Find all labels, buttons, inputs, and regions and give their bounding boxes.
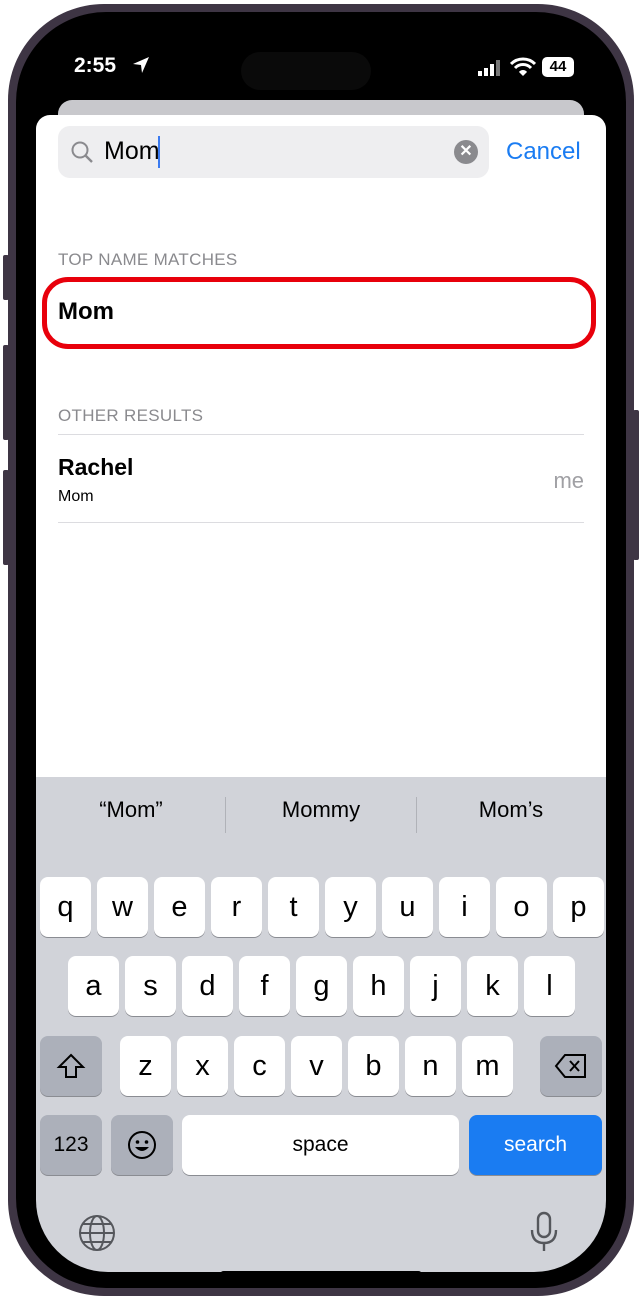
suggestion-2[interactable]: Mommy	[226, 797, 416, 823]
key-z[interactable]: z	[120, 1036, 171, 1096]
key-y[interactable]: y	[325, 877, 376, 937]
power-button	[633, 410, 639, 560]
space-key[interactable]: space	[182, 1115, 459, 1175]
divider	[58, 522, 584, 523]
result-tag: me	[553, 468, 584, 493]
suggestion-3[interactable]: Mom’s	[416, 797, 606, 823]
battery-indicator: 44	[542, 57, 574, 77]
numbers-key[interactable]: 123	[40, 1115, 102, 1175]
key-a[interactable]: a	[68, 956, 119, 1016]
search-key[interactable]: search	[469, 1115, 602, 1175]
status-time: 2:55	[74, 54, 117, 77]
key-k[interactable]: k	[467, 956, 518, 1016]
search-icon	[71, 141, 93, 163]
search-text: Mom	[104, 137, 160, 165]
key-l[interactable]: l	[524, 956, 575, 1016]
result-subtitle: Mom	[58, 488, 94, 505]
key-f[interactable]: f	[239, 956, 290, 1016]
section-header-top-matches: TOP NAME MATCHES	[58, 250, 238, 269]
highlight-annotation	[42, 277, 596, 349]
shift-key[interactable]	[40, 1036, 102, 1096]
backspace-key[interactable]	[540, 1036, 602, 1096]
screen: 2:55 44 Mom ✕ Cancel TOP NAME MATCHES Mo…	[36, 22, 606, 1272]
home-indicator	[220, 1271, 422, 1272]
key-e[interactable]: e	[154, 877, 205, 937]
globe-icon[interactable]	[77, 1213, 117, 1258]
suggestion-1[interactable]: “Mom”	[36, 797, 226, 823]
key-u[interactable]: u	[382, 877, 433, 937]
key-b[interactable]: b	[348, 1036, 399, 1096]
divider	[58, 434, 584, 435]
key-n[interactable]: n	[405, 1036, 456, 1096]
emoji-key[interactable]	[111, 1115, 173, 1175]
section-header-other-results: OTHER RESULTS	[58, 406, 204, 425]
key-q[interactable]: q	[40, 877, 91, 937]
clear-icon[interactable]: ✕	[454, 140, 478, 164]
key-w[interactable]: w	[97, 877, 148, 937]
key-x[interactable]: x	[177, 1036, 228, 1096]
emoji-icon	[128, 1131, 156, 1159]
volume-up-button	[3, 345, 9, 440]
dynamic-island	[241, 52, 371, 90]
key-j[interactable]: j	[410, 956, 461, 1016]
key-v[interactable]: v	[291, 1036, 342, 1096]
volume-down-button	[3, 470, 9, 565]
action-button	[3, 255, 9, 300]
key-d[interactable]: d	[182, 956, 233, 1016]
key-i[interactable]: i	[439, 877, 490, 937]
key-h[interactable]: h	[353, 956, 404, 1016]
shift-icon	[56, 1053, 86, 1078]
key-o[interactable]: o	[496, 877, 547, 937]
cancel-button[interactable]: Cancel	[506, 138, 581, 166]
key-p[interactable]: p	[553, 877, 604, 937]
key-m[interactable]: m	[462, 1036, 513, 1096]
list-item[interactable]: Rachel Mom me	[58, 436, 584, 522]
location-arrow-icon	[132, 56, 150, 79]
key-g[interactable]: g	[296, 956, 347, 1016]
key-r[interactable]: r	[211, 877, 262, 937]
key-c[interactable]: c	[234, 1036, 285, 1096]
search-input[interactable]: Mom ✕	[58, 126, 489, 178]
backspace-icon	[554, 1054, 586, 1078]
keyboard: “Mom” Mommy Mom’s qwertyuiop asdfghjkl zxc…	[36, 777, 606, 1272]
key-t[interactable]: t	[268, 877, 319, 937]
result-name: Rachel	[58, 454, 134, 480]
wifi-icon	[509, 57, 537, 82]
text-cursor	[158, 136, 160, 168]
key-s[interactable]: s	[125, 956, 176, 1016]
signal-icon	[478, 60, 504, 81]
microphone-icon[interactable]	[528, 1210, 560, 1259]
top-match-item[interactable]: Mom	[58, 298, 114, 326]
